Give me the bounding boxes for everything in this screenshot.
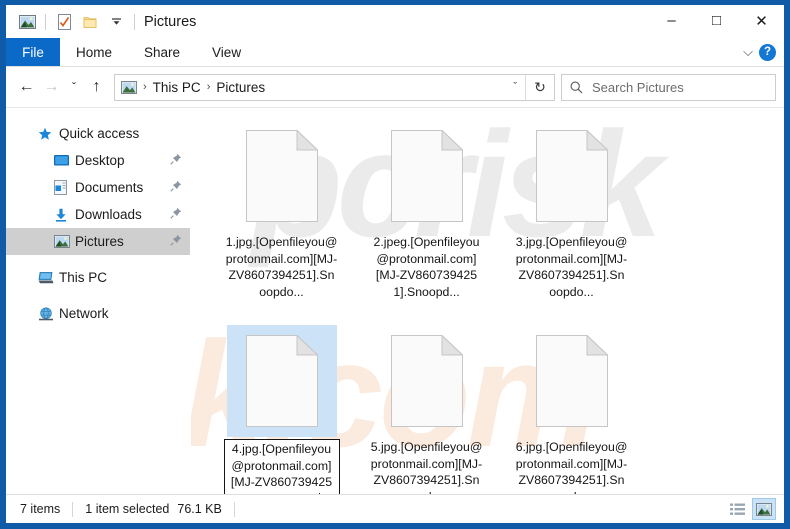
tab-view[interactable]: View	[196, 38, 257, 66]
details-view-button[interactable]	[725, 498, 749, 520]
blank-file-icon	[372, 120, 482, 232]
explorer-window: Pictures – □ ✕ File Home Share View ⌵ ? …	[0, 0, 790, 529]
recent-locations-button[interactable]: ˇ	[64, 74, 84, 100]
sidebar-item-label: Network	[59, 306, 109, 321]
file-name: 5.jpg.[Openfileyou@protonmail.com][MJ-ZV…	[370, 440, 483, 494]
window-title: Pictures	[144, 13, 197, 30]
new-folder-icon[interactable]	[77, 10, 103, 34]
up-button[interactable]: ↑	[84, 74, 109, 100]
breadcrumb-dropdown-chevron[interactable]: ˇ	[505, 81, 525, 93]
file-name: 1.jpg.[Openfileyou@protonmail.com][MJ-ZV…	[225, 235, 338, 299]
pin-icon[interactable]	[170, 153, 182, 168]
list-item[interactable]: 3.jpg.[Openfileyou@protonmail.com][MJ-ZV…	[499, 116, 644, 321]
toolbar-divider	[45, 13, 46, 30]
pictures-folder-icon[interactable]	[14, 10, 40, 34]
blank-file-icon	[372, 325, 482, 437]
file-grid: 1.jpg.[Openfileyou@protonmail.com][MJ-ZV…	[191, 108, 784, 494]
search-input[interactable]: Search Pictures	[561, 73, 776, 101]
quick-access-toolbar	[14, 10, 140, 34]
search-icon	[570, 81, 583, 94]
maximize-button[interactable]: □	[694, 5, 739, 36]
sidebar-item-label: Pictures	[75, 234, 124, 249]
sidebar-item-desktop[interactable]: Desktop	[6, 147, 190, 174]
documents-icon	[54, 180, 75, 195]
file-name: 6.jpg.[Openfileyou@protonmail.com][MJ-ZV…	[515, 440, 628, 494]
ribbon-right-controls: ⌵ ?	[743, 38, 784, 66]
star-icon	[38, 127, 59, 141]
explorer-body: Quick access Desktop Documents Downloads…	[6, 108, 784, 494]
pin-icon[interactable]	[170, 234, 182, 249]
address-bar: ← → ˇ ↑ › This PC › Pictures ˇ ↻ Search …	[6, 67, 784, 108]
tab-file[interactable]: File	[6, 38, 60, 66]
title-divider	[134, 13, 135, 30]
downloads-icon	[54, 208, 75, 222]
file-name: 3.jpg.[Openfileyou@protonmail.com][MJ-ZV…	[515, 235, 628, 299]
view-toggle-group	[725, 498, 776, 520]
selection-label: 1 item selected	[85, 502, 170, 516]
status-divider	[72, 501, 74, 517]
customize-quick-access-chevron[interactable]	[103, 10, 129, 34]
sidebar-item-documents[interactable]: Documents	[6, 174, 190, 201]
file-name: 2.jpeg.[Openfileyou@protonmail.com][MJ-Z…	[373, 235, 480, 299]
desktop-icon	[54, 154, 75, 167]
breadcrumb[interactable]: › This PC › Pictures ˇ ↻	[114, 73, 555, 101]
help-icon[interactable]: ?	[759, 43, 776, 61]
blank-file-icon	[517, 325, 627, 437]
window-controls: – □ ✕	[649, 5, 784, 38]
sidebar-item-quick-access[interactable]: Quick access	[6, 120, 190, 147]
file-list-pane[interactable]: pcrisk risk.com 1.jpg.[Openfileyou@proto…	[191, 108, 784, 494]
status-divider-2	[233, 501, 235, 517]
sidebar-item-label: Documents	[75, 180, 144, 195]
tab-home[interactable]: Home	[60, 38, 128, 66]
list-item[interactable]: 2.jpeg.[Openfileyou@protonmail.com][MJ-Z…	[354, 116, 499, 321]
sidebar-item-label: This PC	[59, 270, 108, 285]
sidebar-item-label: Downloads	[75, 207, 142, 222]
tab-share[interactable]: Share	[128, 38, 196, 66]
selection-size-label: 76.1 KB	[177, 502, 222, 516]
breadcrumb-separator-2: ›	[206, 81, 211, 93]
forward-button: →	[43, 78, 60, 95]
pin-icon[interactable]	[170, 207, 182, 222]
file-name-rename-input[interactable]: 4.jpg.[Openfileyou@protonmail.com][MJ-ZV…	[223, 439, 340, 494]
chevron-down-icon[interactable]: ⌵	[743, 44, 753, 60]
navigation-pane: Quick access Desktop Documents Downloads…	[6, 108, 191, 494]
list-item[interactable]: 1.jpg.[Openfileyou@protonmail.com][MJ-ZV…	[209, 116, 354, 321]
this-pc-icon	[38, 271, 59, 285]
blank-file-icon	[226, 325, 337, 437]
close-button[interactable]: ✕	[739, 5, 784, 36]
breadcrumb-separator-1: ›	[143, 81, 147, 93]
properties-icon[interactable]	[51, 10, 77, 34]
list-item[interactable]: 5.jpg.[Openfileyou@protonmail.com][MJ-ZV…	[354, 321, 499, 494]
back-button[interactable]: ←	[14, 74, 39, 100]
breadcrumb-item-pictures[interactable]: Pictures	[216, 80, 265, 95]
status-bar: 7 items 1 item selected 76.1 KB	[6, 494, 784, 523]
sidebar-item-downloads[interactable]: Downloads	[6, 201, 190, 228]
pin-icon[interactable]	[170, 180, 182, 195]
sidebar-item-network[interactable]: Network	[6, 300, 190, 327]
breadcrumb-root-icon	[121, 80, 137, 94]
sidebar-item-label: Desktop	[75, 153, 125, 168]
blank-file-icon	[227, 120, 337, 232]
item-count-label: 7 items	[20, 502, 61, 516]
sidebar-item-label: Quick access	[59, 126, 140, 141]
minimize-button[interactable]: –	[649, 5, 694, 36]
breadcrumb-item-this-pc[interactable]: This PC	[153, 80, 201, 95]
blank-file-icon	[517, 120, 627, 232]
network-icon	[38, 306, 59, 321]
sidebar-item-pictures[interactable]: Pictures	[6, 228, 190, 255]
large-icons-view-button[interactable]	[752, 498, 776, 520]
ribbon-tab-bar: File Home Share View ⌵ ?	[6, 38, 784, 67]
refresh-icon[interactable]: ↻	[526, 79, 554, 96]
list-item-selected[interactable]: 4.jpg.[Openfileyou@protonmail.com][MJ-ZV…	[209, 321, 354, 494]
sidebar-item-this-pc[interactable]: This PC	[6, 264, 190, 291]
title-bar: Pictures – □ ✕	[6, 5, 784, 38]
list-item[interactable]: 6.jpg.[Openfileyou@protonmail.com][MJ-ZV…	[499, 321, 644, 494]
pictures-icon	[54, 235, 75, 248]
search-placeholder: Search Pictures	[592, 79, 684, 95]
